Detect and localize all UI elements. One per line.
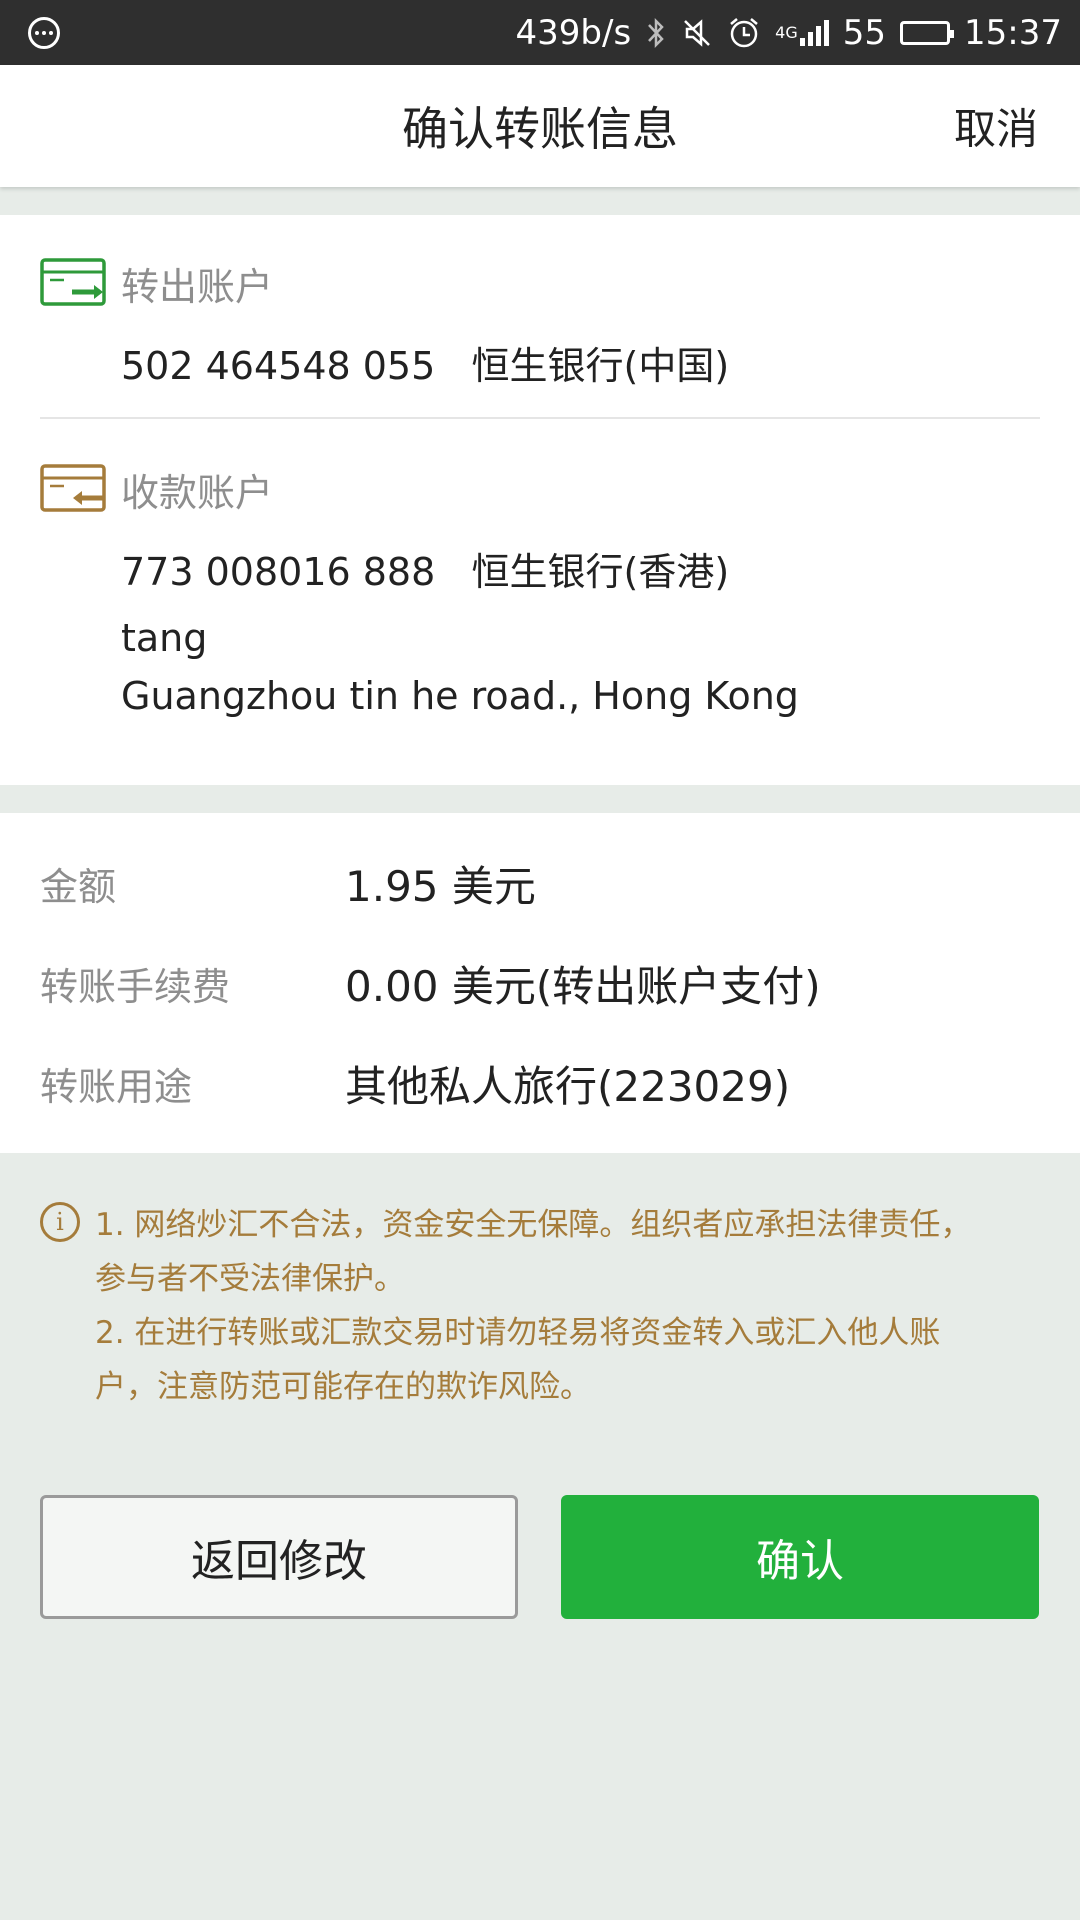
to-account-number: 773 008016 888 (121, 550, 436, 594)
amount-value: 1.95 美元 (345, 861, 536, 911)
nav-bar: 确认转账信息 取消 (0, 65, 1080, 187)
risk-notice: i 1. 网络炒汇不合法，资金安全无保障。组织者应承担法律责任， 参与者不受法律… (40, 1198, 1040, 1414)
fee-row: 转账手续费 0.00 美元(转出账户支付) (40, 953, 1040, 1013)
divider (40, 417, 1040, 419)
purpose-label: 转账用途 (40, 1064, 193, 1109)
transfer-details-card: 金额 1.95 美元 转账手续费 0.00 美元(转出账户支付) 转账用途 其他… (0, 813, 1080, 1153)
mute-icon (681, 17, 713, 49)
purpose-row: 转账用途 其他私人旅行(223029) (40, 1053, 1040, 1113)
fee-value: 0.00 美元(转出账户支付) (345, 961, 821, 1011)
message-icon (28, 16, 60, 49)
from-account-number: 502 464548 055 (121, 344, 436, 388)
notice-line: 1. 网络炒汇不合法，资金安全无保障。组织者应承担法律责任， (95, 1207, 972, 1243)
from-account-bank: 恒生银行(中国) (471, 344, 730, 388)
network-type: 4G (775, 23, 798, 42)
payee-address: Guangzhou tin he road., Hong Kong (121, 674, 799, 718)
clock: 15:37 (964, 12, 1062, 53)
to-account-line: 773 008016 888 恒生银行(香港) (121, 541, 1040, 596)
page-title: 确认转账信息 (402, 102, 678, 156)
from-account: 转出账户 502 464548 055 恒生银行(中国) (40, 253, 1040, 390)
battery-icon (900, 20, 955, 45)
to-account-bank: 恒生银行(香港) (471, 550, 730, 594)
info-icon: i (40, 1202, 80, 1242)
cancel-button[interactable]: 取消 (954, 96, 1038, 157)
amount-row: 金额 1.95 美元 (40, 853, 1040, 913)
purpose-value: 其他私人旅行(223029) (345, 1061, 791, 1111)
card-transfer-in-icon (40, 464, 106, 512)
net-speed: 439b/s (515, 12, 632, 53)
notice-line: 2. 在进行转账或汇款交易时请勿轻易将资金转入或汇入他人账 (95, 1315, 941, 1351)
amount-label: 金额 (40, 864, 117, 909)
to-account-label: 收款账户 (121, 470, 274, 515)
bluetooth-icon (645, 16, 667, 50)
to-account: 收款账户 773 008016 888 恒生银行(香港) tang Guangz… (40, 459, 1040, 718)
payee-name: tang (121, 616, 208, 660)
from-account-label: 转出账户 (121, 264, 274, 309)
account-card: 转出账户 502 464548 055 恒生银行(中国) 收款账户 773 00… (0, 215, 1080, 785)
battery-level: 55 (842, 12, 887, 53)
signal-icon: 4G (775, 19, 829, 46)
from-account-line: 502 464548 055 恒生银行(中国) (121, 335, 1040, 390)
card-transfer-out-icon (40, 258, 106, 306)
alarm-icon (727, 16, 761, 50)
confirm-button[interactable]: 确认 (561, 1495, 1039, 1619)
notice-line: 户，注意防范可能存在的欺诈风险。 (95, 1369, 591, 1405)
back-edit-button[interactable]: 返回修改 (40, 1495, 518, 1619)
status-bar: 439b/s 4G 55 15:37 (0, 0, 1080, 65)
fee-label: 转账手续费 (40, 964, 231, 1009)
notice-line: 参与者不受法律保护。 (95, 1261, 405, 1297)
